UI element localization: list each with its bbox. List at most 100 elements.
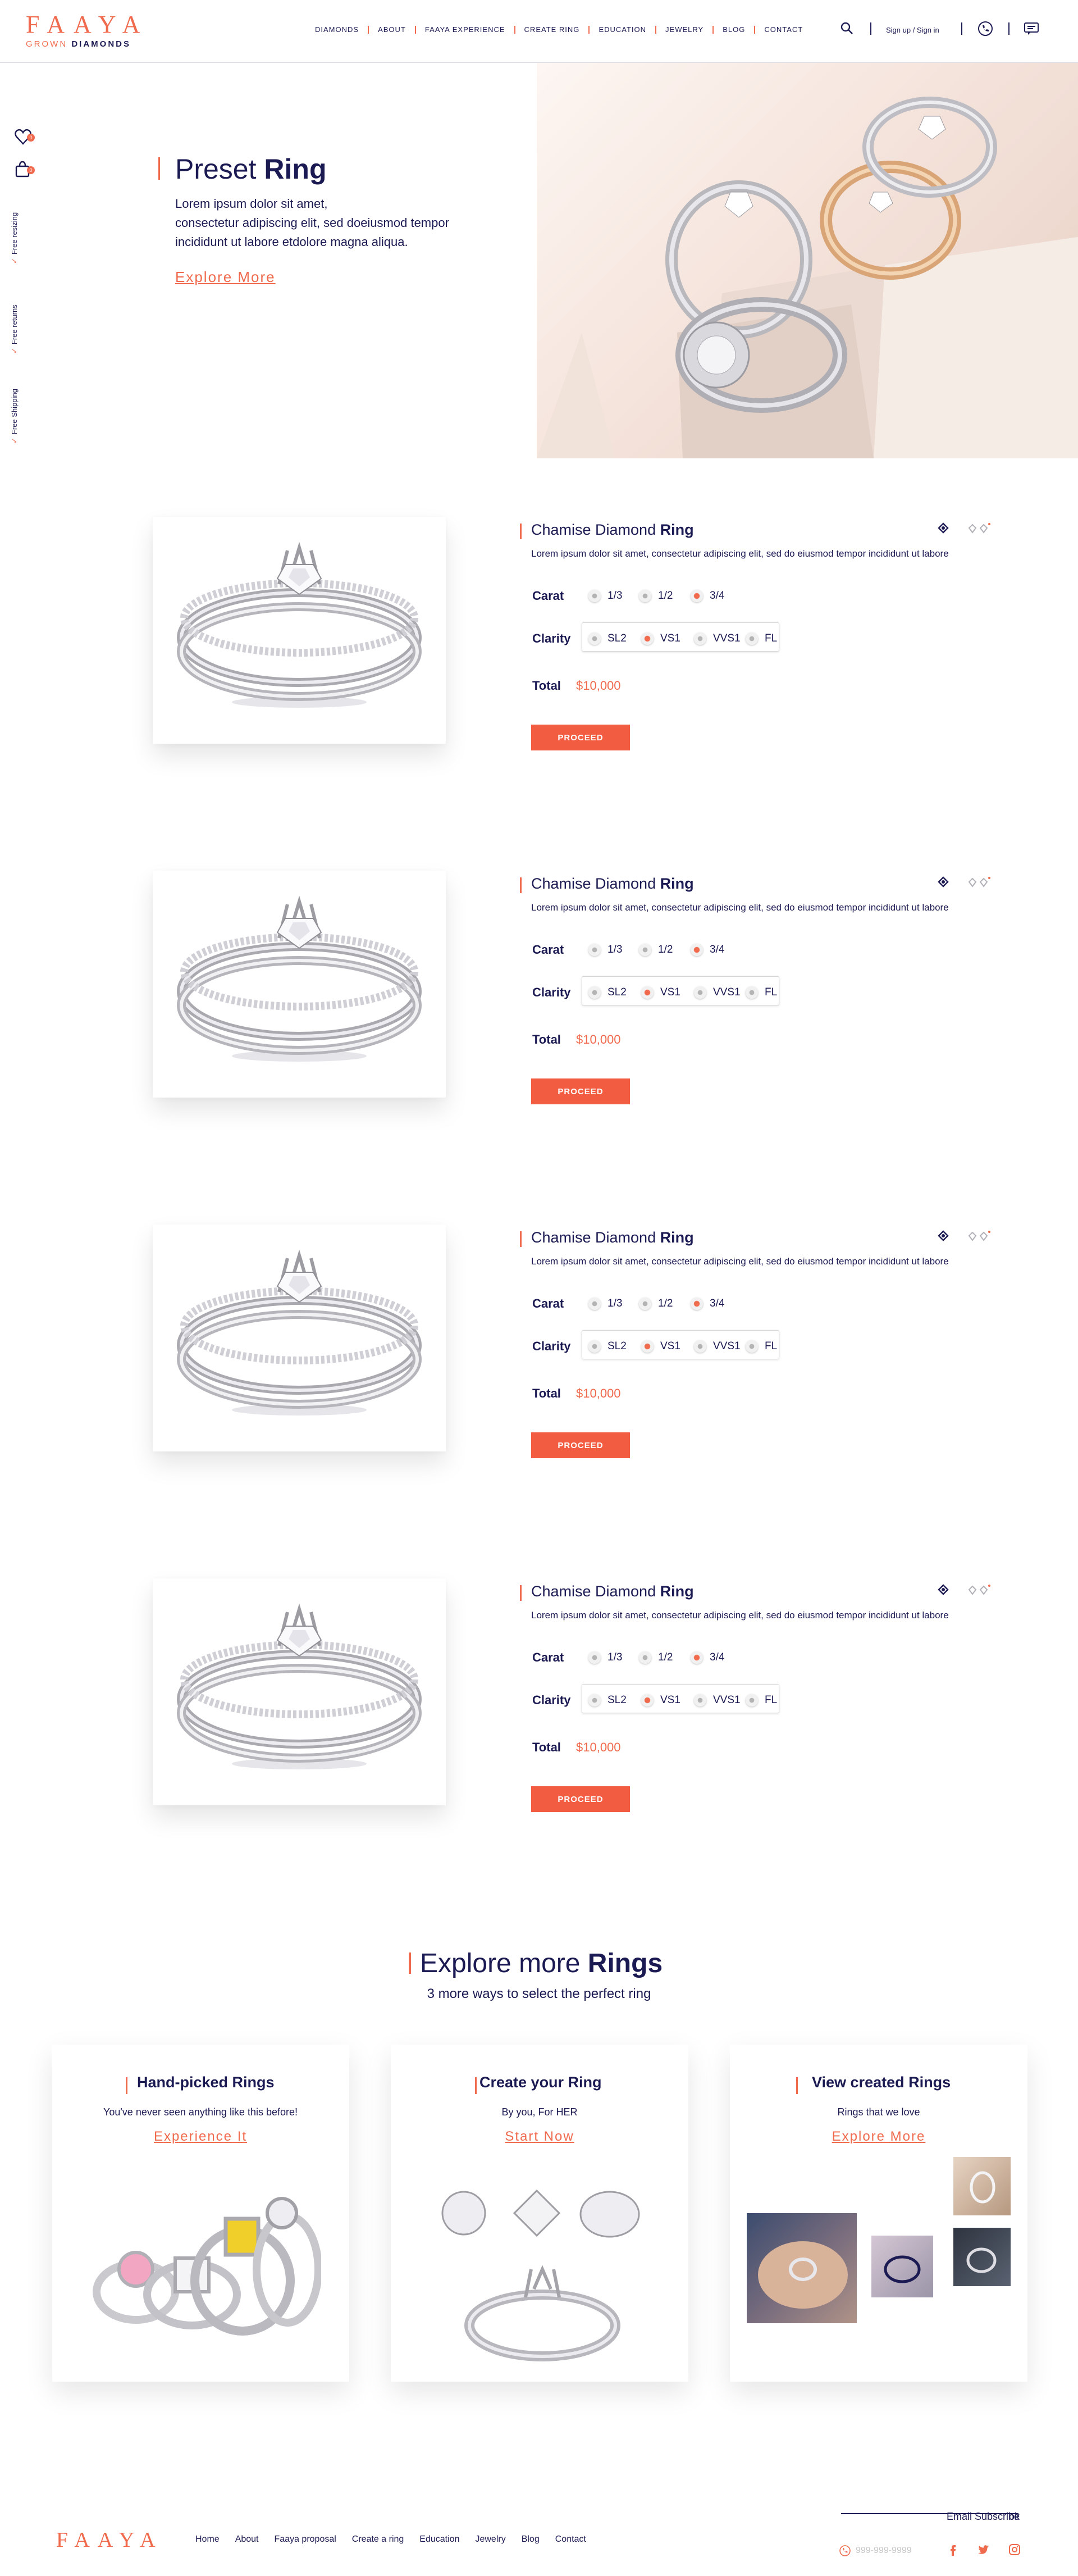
- hero-explore-link[interactable]: Explore More: [175, 268, 276, 286]
- carat-option[interactable]: 3/4: [691, 944, 724, 956]
- radio-button[interactable]: [746, 632, 758, 645]
- carat-option[interactable]: 3/4: [691, 590, 724, 602]
- nav-blog[interactable]: BLOG: [714, 26, 756, 34]
- radio-button[interactable]: [694, 1340, 706, 1353]
- radio-button[interactable]: [641, 1340, 654, 1353]
- clarity-option[interactable]: VS1: [641, 1694, 680, 1706]
- clarity-option[interactable]: VS1: [641, 632, 680, 645]
- nav-faaya-experience[interactable]: FAAYA EXPERIENCE: [416, 26, 515, 34]
- compare-icon[interactable]: [938, 876, 949, 888]
- radio-button[interactable]: [641, 986, 654, 999]
- radio-button[interactable]: [694, 986, 706, 999]
- footer-nav-about[interactable]: About: [235, 2534, 259, 2545]
- radio-button[interactable]: [588, 1340, 601, 1353]
- clarity-option[interactable]: FL: [746, 986, 777, 999]
- radio-button[interactable]: [746, 1694, 758, 1706]
- search-icon[interactable]: [840, 21, 853, 35]
- nav-education[interactable]: EDUCATION: [590, 26, 657, 34]
- radio-button[interactable]: [588, 590, 601, 602]
- nav-diamonds[interactable]: DIAMONDS: [306, 26, 369, 34]
- product-image-card[interactable]: [153, 517, 446, 744]
- brand-logo[interactable]: FAAYA GROWN DIAMONDS: [26, 12, 149, 49]
- radio-button[interactable]: [694, 1694, 706, 1706]
- compare-icon[interactable]: [938, 1584, 949, 1595]
- product-image-card[interactable]: [153, 1578, 446, 1805]
- carat-option[interactable]: 3/4: [691, 1298, 724, 1310]
- instagram-icon[interactable]: [1008, 2543, 1021, 2556]
- wishlist-diamond-icon[interactable]: [968, 877, 990, 888]
- clarity-option[interactable]: FL: [746, 1694, 777, 1706]
- footer-logo[interactable]: FAAYA: [56, 2528, 163, 2552]
- clarity-option[interactable]: VS1: [641, 986, 680, 999]
- radio-button[interactable]: [691, 1298, 703, 1310]
- sign-in-link[interactable]: Sign up / Sign in: [886, 26, 939, 34]
- gallery-photo[interactable]: [747, 2213, 857, 2323]
- card-link[interactable]: Start Now: [391, 2129, 688, 2145]
- footer-nav-home[interactable]: Home: [195, 2534, 220, 2545]
- carat-option[interactable]: 3/4: [691, 1651, 724, 1664]
- card-link[interactable]: Explore More: [730, 2129, 1027, 2145]
- nav-jewelry[interactable]: JEWELRY: [656, 26, 714, 34]
- nav-create-ring[interactable]: CREATE RING: [515, 26, 590, 34]
- wishlist-diamond-icon[interactable]: [968, 523, 990, 534]
- radio-button[interactable]: [588, 1298, 601, 1310]
- radio-button[interactable]: [588, 944, 601, 956]
- carat-option[interactable]: 1/2: [639, 1298, 673, 1310]
- twitter-icon[interactable]: [977, 2543, 989, 2556]
- gallery-photo[interactable]: [953, 2157, 1011, 2215]
- radio-button[interactable]: [691, 1651, 703, 1664]
- clarity-option[interactable]: VVS1: [694, 1340, 741, 1353]
- facebook-icon[interactable]: [947, 2543, 959, 2556]
- clarity-option[interactable]: FL: [746, 632, 777, 645]
- compare-icon[interactable]: [938, 522, 949, 534]
- radio-button[interactable]: [746, 986, 758, 999]
- radio-button[interactable]: [639, 944, 651, 956]
- clarity-option[interactable]: VVS1: [694, 1694, 741, 1706]
- radio-button[interactable]: [694, 632, 706, 645]
- card-link[interactable]: Experience It: [52, 2129, 349, 2145]
- clarity-option[interactable]: VS1: [641, 1340, 680, 1353]
- radio-button[interactable]: [588, 1694, 601, 1706]
- clarity-option[interactable]: SL2: [588, 1340, 627, 1353]
- clarity-option[interactable]: FL: [746, 1340, 777, 1353]
- clarity-option[interactable]: SL2: [588, 632, 627, 645]
- footer-nav-jewelry[interactable]: Jewelry: [475, 2534, 505, 2545]
- proceed-button[interactable]: PROCEED: [531, 1078, 630, 1104]
- carat-option[interactable]: 1/3: [588, 944, 622, 956]
- phone-icon[interactable]: [977, 20, 994, 37]
- radio-button[interactable]: [639, 1651, 651, 1664]
- footer-nav-create-ring[interactable]: Create a ring: [352, 2534, 404, 2545]
- subscribe-input[interactable]: Email Subscribe ok: [841, 2511, 1020, 2522]
- card-hand-picked[interactable]: Hand-picked Rings You've never seen anyt…: [52, 2045, 349, 2382]
- radio-button[interactable]: [641, 1694, 654, 1706]
- footer-nav-proposal[interactable]: Faaya proposal: [275, 2534, 336, 2545]
- radio-button[interactable]: [588, 986, 601, 999]
- proceed-button[interactable]: PROCEED: [531, 1432, 630, 1458]
- footer-nav-contact[interactable]: Contact: [555, 2534, 586, 2545]
- footer-nav-education[interactable]: Education: [419, 2534, 459, 2545]
- carat-option[interactable]: 1/2: [639, 944, 673, 956]
- subscribe-ok-button[interactable]: ok: [1009, 2511, 1020, 2523]
- carat-option[interactable]: 1/3: [588, 590, 622, 602]
- radio-button[interactable]: [691, 944, 703, 956]
- chat-icon[interactable]: [1023, 20, 1040, 37]
- radio-button[interactable]: [746, 1340, 758, 1353]
- radio-button[interactable]: [639, 590, 651, 602]
- product-image-card[interactable]: [153, 871, 446, 1098]
- wishlist-diamond-icon[interactable]: [968, 1231, 990, 1241]
- carat-option[interactable]: 1/2: [639, 1651, 673, 1664]
- nav-contact[interactable]: CONTACT: [755, 26, 812, 34]
- clarity-option[interactable]: VVS1: [694, 986, 741, 999]
- radio-button[interactable]: [588, 632, 601, 645]
- proceed-button[interactable]: PROCEED: [531, 1786, 630, 1812]
- wishlist-diamond-icon[interactable]: [968, 1585, 990, 1595]
- footer-nav-blog[interactable]: Blog: [522, 2534, 540, 2545]
- carat-option[interactable]: 1/3: [588, 1298, 622, 1310]
- clarity-option[interactable]: SL2: [588, 1694, 627, 1706]
- compare-icon[interactable]: [938, 1230, 949, 1241]
- radio-button[interactable]: [588, 1651, 601, 1664]
- radio-button[interactable]: [639, 1298, 651, 1310]
- wishlist-button[interactable]: 0: [13, 127, 35, 146]
- card-create-ring[interactable]: Create your Ring By you, For HER Start N…: [391, 2045, 688, 2382]
- gallery-photo[interactable]: [953, 2228, 1011, 2286]
